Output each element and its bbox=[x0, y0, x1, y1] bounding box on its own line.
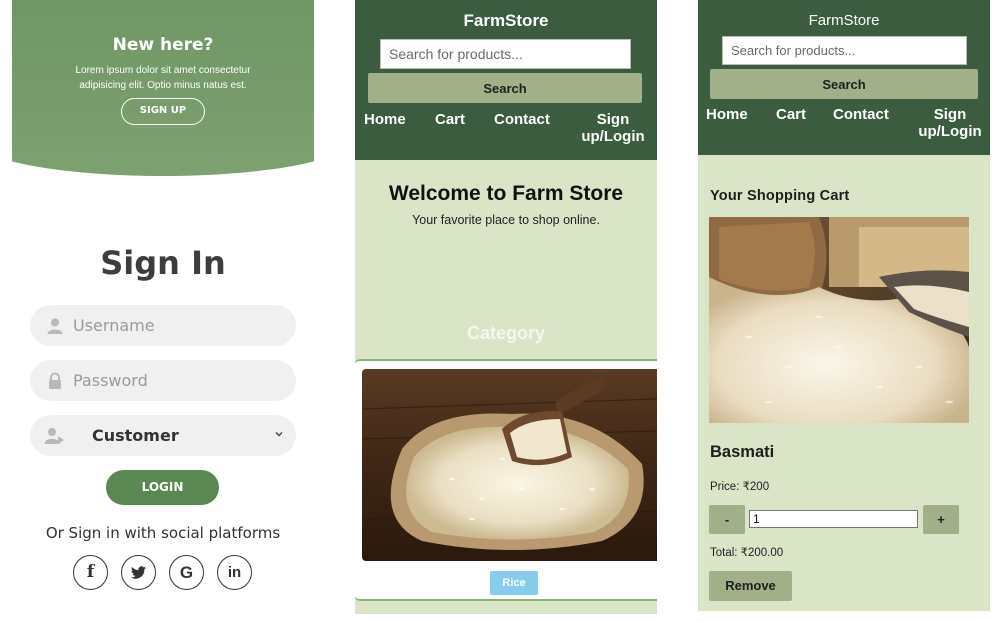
category-rice-label[interactable]: Rice bbox=[490, 571, 538, 595]
signup-banner: New here? Lorem ipsum dolor sit amet con… bbox=[12, 0, 314, 177]
cart-nav-signup-line2: up/Login bbox=[918, 123, 982, 140]
login-button[interactable]: LOGIN bbox=[106, 470, 219, 505]
cart-brand-title: FarmStore bbox=[808, 12, 880, 29]
search-button[interactable]: Search bbox=[368, 73, 642, 103]
quantity-input[interactable] bbox=[749, 510, 918, 528]
search-input[interactable] bbox=[380, 39, 631, 69]
linkedin-glyph: in bbox=[227, 564, 242, 581]
twitter-icon[interactable] bbox=[121, 555, 156, 590]
facebook-icon[interactable]: f bbox=[73, 555, 108, 590]
facebook-glyph: f bbox=[86, 562, 95, 582]
store-header: FarmStore Search Home Cart Contact Sign … bbox=[355, 0, 657, 160]
social-signin-text: Or Sign in with social platforms bbox=[45, 524, 281, 542]
increase-quantity-button[interactable]: + bbox=[923, 505, 959, 534]
signin-panel: New here? Lorem ipsum dolor sit amet con… bbox=[0, 0, 330, 622]
store-home-panel: FarmStore Search Home Cart Contact Sign … bbox=[355, 0, 657, 614]
username-input[interactable] bbox=[73, 305, 283, 346]
google-glyph: G bbox=[179, 563, 194, 582]
lock-icon bbox=[49, 372, 61, 389]
nav-signup-login[interactable]: Sign up/Login bbox=[580, 111, 646, 145]
category-heading: Category bbox=[466, 323, 546, 343]
cart-title: Your Shopping Cart bbox=[710, 188, 850, 204]
user-icon bbox=[47, 318, 63, 334]
banner-title: New here? bbox=[112, 35, 214, 55]
chevron-down-icon bbox=[275, 432, 283, 437]
nav-contact[interactable]: Contact bbox=[494, 111, 550, 128]
username-field[interactable] bbox=[30, 305, 296, 346]
rice-category-image[interactable] bbox=[362, 369, 657, 561]
twitter-bird-icon bbox=[130, 566, 147, 579]
cart-total: Total: ₹200.00 bbox=[710, 547, 784, 559]
category-card[interactable]: Rice bbox=[355, 359, 657, 601]
decrease-quantity-button[interactable]: - bbox=[709, 505, 745, 534]
product-price: Price: ₹200 bbox=[710, 481, 770, 493]
nav-signup-line2: up/Login bbox=[581, 128, 645, 145]
role-value: Customer bbox=[92, 426, 179, 445]
rice-photo bbox=[362, 369, 657, 561]
cart-nav-contact[interactable]: Contact bbox=[833, 106, 889, 123]
cart-nav-signup-login[interactable]: Sign up/Login bbox=[917, 106, 983, 140]
cart-search-button[interactable]: Search bbox=[710, 69, 978, 99]
signin-title: Sign In bbox=[100, 244, 226, 282]
brand-title: FarmStore bbox=[463, 11, 549, 30]
cart-nav-cart[interactable]: Cart bbox=[776, 106, 806, 123]
password-field[interactable] bbox=[30, 360, 296, 401]
cart-search-input[interactable] bbox=[722, 36, 967, 65]
nav-cart[interactable]: Cart bbox=[435, 111, 465, 128]
nav-home[interactable]: Home bbox=[364, 111, 406, 128]
google-icon[interactable]: G bbox=[169, 555, 204, 590]
cart-panel: FarmStore Search Home Cart Contact Sign … bbox=[698, 0, 990, 611]
remove-button[interactable]: Remove bbox=[709, 571, 792, 601]
signup-button[interactable]: SIGN UP bbox=[121, 98, 205, 125]
user-role-icon bbox=[44, 428, 64, 444]
cart-nav-signup-line1: Sign bbox=[933, 106, 967, 123]
linkedin-icon[interactable]: in bbox=[217, 555, 252, 590]
cart-nav-home[interactable]: Home bbox=[706, 106, 748, 123]
nav-signup-line1: Sign bbox=[596, 111, 630, 128]
role-select[interactable]: Customer bbox=[30, 415, 296, 456]
cart-header: FarmStore Search Home Cart Contact Sign … bbox=[698, 0, 990, 155]
banner-text: Lorem ipsum dolor sit amet consectetur a… bbox=[75, 65, 251, 91]
welcome-heading: Welcome to Farm Store bbox=[388, 182, 624, 205]
product-name: Basmati bbox=[710, 443, 775, 461]
product-image bbox=[709, 217, 969, 423]
welcome-tagline: Your favorite place to shop online. bbox=[412, 213, 600, 227]
password-input[interactable] bbox=[73, 360, 283, 401]
basmati-photo bbox=[709, 217, 969, 423]
